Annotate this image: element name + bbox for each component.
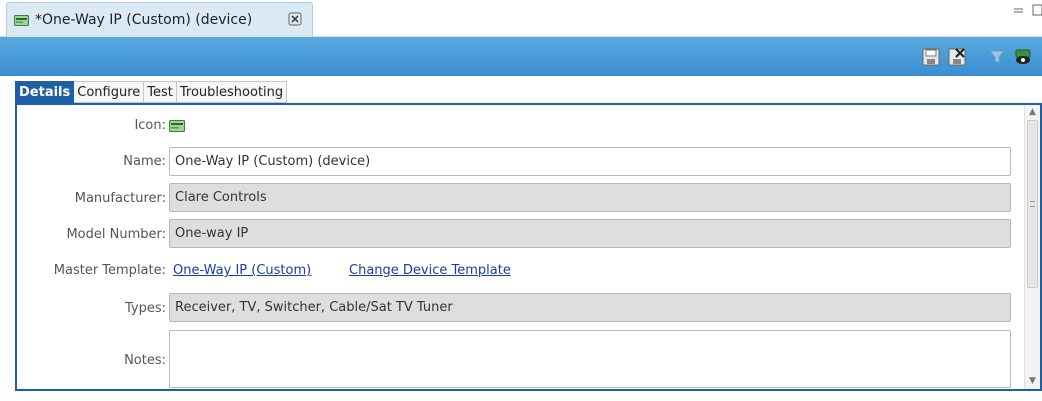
editor-tab-title: *One-Way IP (Custom) (device)	[35, 12, 253, 28]
details-panel: Icon: Name: Manufacturer: Clare Controls…	[15, 103, 1042, 391]
model-number-field: One-way IP	[169, 219, 1011, 248]
tab-configure[interactable]: Configure	[74, 81, 145, 103]
master-template-label: Master Template:	[53, 263, 166, 278]
types-field: Receiver, TV, Switcher, Cable/Sat TV Tun…	[169, 293, 1011, 322]
icon-label: Icon:	[134, 118, 166, 133]
details-tab-bar: Details Configure Test Troubleshooting	[15, 81, 288, 103]
types-label: Types:	[124, 301, 166, 316]
editor-tab[interactable]: *One-Way IP (Custom) (device)	[6, 2, 313, 37]
scroll-thumb[interactable]	[1027, 120, 1038, 288]
close-icon[interactable]	[288, 12, 302, 26]
manufacturer-field: Clare Controls	[169, 183, 1011, 212]
scroll-grip-icon	[1030, 201, 1035, 207]
scroll-down-icon[interactable]: ▼	[1027, 376, 1038, 387]
panel-scrollbar[interactable]: ▲ ▼	[1024, 105, 1040, 389]
device-icon	[14, 15, 29, 26]
change-device-template-link[interactable]: Change Device Template	[349, 263, 511, 278]
master-template-link[interactable]: One-Way IP (Custom)	[173, 263, 311, 278]
window-controls-icon[interactable]	[1012, 3, 1042, 17]
preview-icon[interactable]	[1014, 48, 1032, 66]
editor-toolbar	[0, 37, 1042, 76]
filter-icon[interactable]	[988, 48, 1006, 66]
notes-label: Notes:	[124, 353, 166, 368]
save-icon[interactable]	[922, 48, 940, 66]
name-field[interactable]	[169, 147, 1011, 176]
name-label: Name:	[123, 154, 166, 169]
scroll-up-icon[interactable]: ▲	[1027, 107, 1038, 118]
tab-troubleshooting[interactable]: Troubleshooting	[176, 81, 288, 103]
editor-tab-strip: *One-Way IP (Custom) (device)	[0, 0, 1042, 37]
device-icon-picker[interactable]	[169, 120, 185, 132]
notes-field[interactable]	[169, 330, 1011, 388]
manufacturer-label: Manufacturer:	[74, 191, 166, 206]
discard-icon[interactable]	[948, 48, 966, 66]
tab-details[interactable]: Details	[15, 81, 75, 103]
tab-test[interactable]: Test	[144, 81, 177, 103]
model-number-label: Model Number:	[66, 227, 166, 242]
